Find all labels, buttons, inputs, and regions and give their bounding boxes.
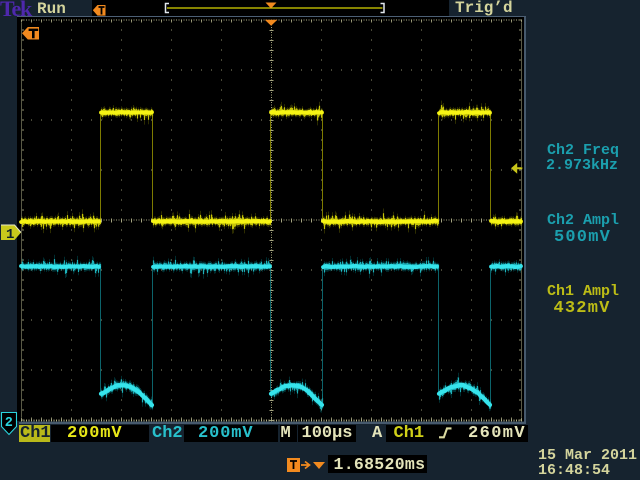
svg-text:1: 1 [6,227,14,243]
svg-text:2: 2 [5,416,13,431]
